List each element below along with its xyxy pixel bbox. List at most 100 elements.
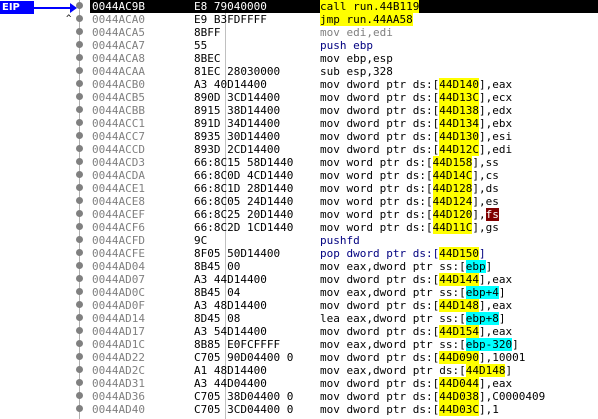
disasm-row[interactable]: 0044ACCD 893D 2CD14400 mov dword ptr ds:[4…	[76, 143, 598, 156]
breakpoint-dot-icon[interactable]	[76, 405, 83, 412]
disasm-row[interactable]: 0044ACB5 890D 3CD14400 mov dword ptr ds:[4…	[76, 91, 598, 104]
disassembly-listing[interactable]: 0044AC9B E8 79040000 call run.44B119 ^ 0044A…	[66, 0, 598, 416]
disasm-row[interactable]: 0044ACE8 66:8C05 24D1440 mov word ptr ds:[…	[76, 195, 598, 208]
instruction-token: 44D130	[439, 130, 479, 143]
breakpoint-dot-icon[interactable]	[76, 119, 83, 126]
breakpoint-dot-icon[interactable]	[76, 223, 83, 230]
disasm-row[interactable]: ^ 0044ACA0 E9 B3FDFFFF jmp run.44AA58	[66, 13, 598, 26]
disasm-row[interactable]: 0044AD17 A3 54D14400 mov dword ptr ds:[44D…	[76, 325, 598, 338]
disasm-row[interactable]: 0044ACEF 66:8C25 20D1440 mov word ptr ds:[…	[76, 208, 598, 221]
breakpoint-dot-icon[interactable]	[76, 106, 83, 113]
breakpoint-dot-icon[interactable]	[76, 28, 83, 35]
bytes-cell: 66:8C1D 28D1440	[194, 182, 294, 195]
instruction-cell: mov dword ptr ds:[44D140],eax	[320, 78, 512, 91]
instruction-token: ],cs	[472, 169, 499, 182]
breakpoint-dot-icon[interactable]	[76, 54, 83, 61]
instruction-token: mov dword ptr ds:[	[320, 104, 440, 117]
instruction-token: call	[320, 0, 354, 13]
bytes-cell: 8B45 00	[194, 260, 241, 273]
breakpoint-dot-icon[interactable]	[76, 93, 83, 100]
breakpoint-dot-icon[interactable]	[76, 314, 83, 321]
address-cell: 0044ACAA	[92, 65, 145, 78]
breakpoint-dot-icon[interactable]	[76, 67, 83, 74]
instruction-cell: mov dword ptr ds:[44D03C],1	[320, 403, 499, 416]
instruction-token: mov word ptr ds:[	[320, 156, 433, 169]
disasm-row[interactable]: 0044ACFE 8F05 50D14400 pop dword ptr ds:[4…	[76, 247, 598, 260]
bytes-cell: 9C	[194, 234, 208, 247]
breakpoint-dot-icon[interactable]	[76, 353, 83, 360]
breakpoint-dot-icon[interactable]	[76, 301, 83, 308]
instruction-cell: mov word ptr ds:[44D14C],cs	[320, 169, 499, 182]
disasm-row[interactable]: 0044ACA5 8BFF mov edi,edi	[76, 26, 598, 39]
breakpoint-dot-icon[interactable]	[76, 327, 83, 334]
disasm-row[interactable]: 0044ACC1 891D 34D14400 mov dword ptr ds:[4…	[76, 117, 598, 130]
disasm-row[interactable]: 0044ACA7 55 push ebp	[76, 39, 598, 52]
breakpoint-dot-icon[interactable]	[76, 366, 83, 373]
instruction-token: mov dword ptr ds:[	[320, 117, 440, 130]
instruction-cell: mov word ptr ds:[44D120],fs	[320, 208, 499, 221]
disasm-row[interactable]: 0044AD1C 8B85 E0FCFFFF mov eax,dword ptr s…	[76, 338, 598, 351]
disasm-row[interactable]: 0044AD07 A3 44D14400 mov dword ptr ds:[44D…	[76, 273, 598, 286]
instruction-token: pop dword ptr ds:[	[320, 247, 440, 260]
instruction-cell: mov ebp,esp	[320, 52, 393, 65]
instruction-token: 44D148	[465, 364, 506, 377]
breakpoint-dot-icon[interactable]	[76, 275, 83, 282]
instruction-token: 44D14C	[432, 169, 473, 182]
disasm-row[interactable]: 0044AD40 C705 3CD04400 0 mov dword ptr ds:…	[76, 403, 598, 416]
disasm-row[interactable]: 0044AD14 8D45 08 lea eax,dword ptr ss:[ebp…	[76, 312, 598, 325]
instruction-cell: mov eax,dword ptr ss:[ebp+4]	[320, 286, 505, 299]
instruction-cell: pop dword ptr ds:[44D150]	[320, 247, 486, 260]
bytes-cell: A3 48D14400	[194, 299, 267, 312]
disasm-row[interactable]: 0044ACE1 66:8C1D 28D1440 mov word ptr ds:[…	[76, 182, 598, 195]
disasm-row[interactable]: 0044AD31 A3 44D04400 mov dword ptr ds:[44D…	[76, 377, 598, 390]
disasm-row[interactable]: 0044AD36 C705 38D04400 0 mov dword ptr ds:…	[76, 390, 598, 403]
address-cell: 0044AD40	[92, 403, 145, 416]
disasm-row[interactable]: 0044AD0C 8B45 04 mov eax,dword ptr ss:[ebp…	[76, 286, 598, 299]
disasm-row[interactable]: 0044ACBB 8915 38D14400 mov dword ptr ds:[4…	[76, 104, 598, 117]
disasm-row[interactable]: 0044ACB0 A3 40D14400 mov dword ptr ds:[44D…	[76, 78, 598, 91]
breakpoint-dot-icon[interactable]	[76, 80, 83, 87]
disasm-row[interactable]: 0044AD22 C705 90D04400 0 mov dword ptr ds:…	[76, 351, 598, 364]
breakpoint-dot-icon[interactable]	[76, 158, 83, 165]
disasm-row[interactable]: 0044ACAA 81EC 28030000 sub esp,328	[76, 65, 598, 78]
disasm-row[interactable]: 0044AD2C A1 48D14400 mov eax,dword ptr ds:…	[76, 364, 598, 377]
breakpoint-dot-icon[interactable]	[76, 236, 83, 243]
instruction-token: mov eax,dword ptr ss:[	[320, 260, 466, 273]
instruction-cell: mov dword ptr ds:[44D148],eax	[320, 299, 512, 312]
disasm-row[interactable]: 0044AC9B E8 79040000 call run.44B119	[76, 0, 598, 13]
instruction-token: mov eax,dword ptr ss:[	[320, 286, 466, 299]
breakpoint-dot-icon[interactable]	[76, 184, 83, 191]
breakpoint-dot-icon[interactable]	[76, 288, 83, 295]
bytes-cell: C705 90D04400 0	[194, 351, 294, 364]
disasm-row[interactable]: 0044AD0F A3 48D14400 mov dword ptr ds:[44D…	[76, 299, 598, 312]
breakpoint-dot-icon[interactable]	[76, 340, 83, 347]
instruction-token: mov dword ptr ds:[	[320, 91, 440, 104]
disasm-row[interactable]: 0044AD04 8B45 00 mov eax,dword ptr ss:[ebp…	[76, 260, 598, 273]
breakpoint-dot-icon[interactable]	[76, 15, 83, 22]
instruction-token: mov eax,dword ptr ds:[	[320, 364, 466, 377]
breakpoint-dot-icon[interactable]	[76, 210, 83, 217]
breakpoint-dot-icon[interactable]	[76, 41, 83, 48]
breakpoint-dot-icon[interactable]	[76, 392, 83, 399]
breakpoint-dot-icon[interactable]	[76, 379, 83, 386]
disasm-row[interactable]: 0044ACDA 66:8C0D 4CD1440 mov word ptr ds:[…	[76, 169, 598, 182]
breakpoint-dot-icon[interactable]	[76, 262, 83, 269]
breakpoint-dot-icon[interactable]	[76, 2, 83, 9]
disasm-row[interactable]: 0044ACA8 8BEC mov ebp,esp	[76, 52, 598, 65]
instruction-cell: lea eax,dword ptr ss:[ebp+8]	[320, 312, 505, 325]
address-cell: 0044ACC7	[92, 130, 145, 143]
disasm-row[interactable]: 0044ACC7 8935 30D14400 mov dword ptr ds:[4…	[76, 130, 598, 143]
breakpoint-dot-icon[interactable]	[76, 145, 83, 152]
instruction-token: mov word ptr ds:[	[320, 169, 433, 182]
address-cell: 0044AD04	[92, 260, 145, 273]
disasm-row[interactable]: 0044ACD3 66:8C15 58D1440 mov word ptr ds:[…	[76, 156, 598, 169]
instruction-cell: pushfd	[320, 234, 360, 247]
instruction-token: ]	[498, 286, 506, 299]
breakpoint-dot-icon[interactable]	[76, 197, 83, 204]
breakpoint-dot-icon[interactable]	[76, 249, 83, 256]
disasm-row[interactable]: 0044ACF6 66:8C2D 1CD1440 mov word ptr ds:[…	[76, 221, 598, 234]
breakpoint-dot-icon[interactable]	[76, 171, 83, 178]
instruction-token: ],edx	[478, 104, 513, 117]
breakpoint-dot-icon[interactable]	[76, 132, 83, 139]
disasm-row[interactable]: 0044ACFD 9C pushfd	[76, 234, 598, 247]
